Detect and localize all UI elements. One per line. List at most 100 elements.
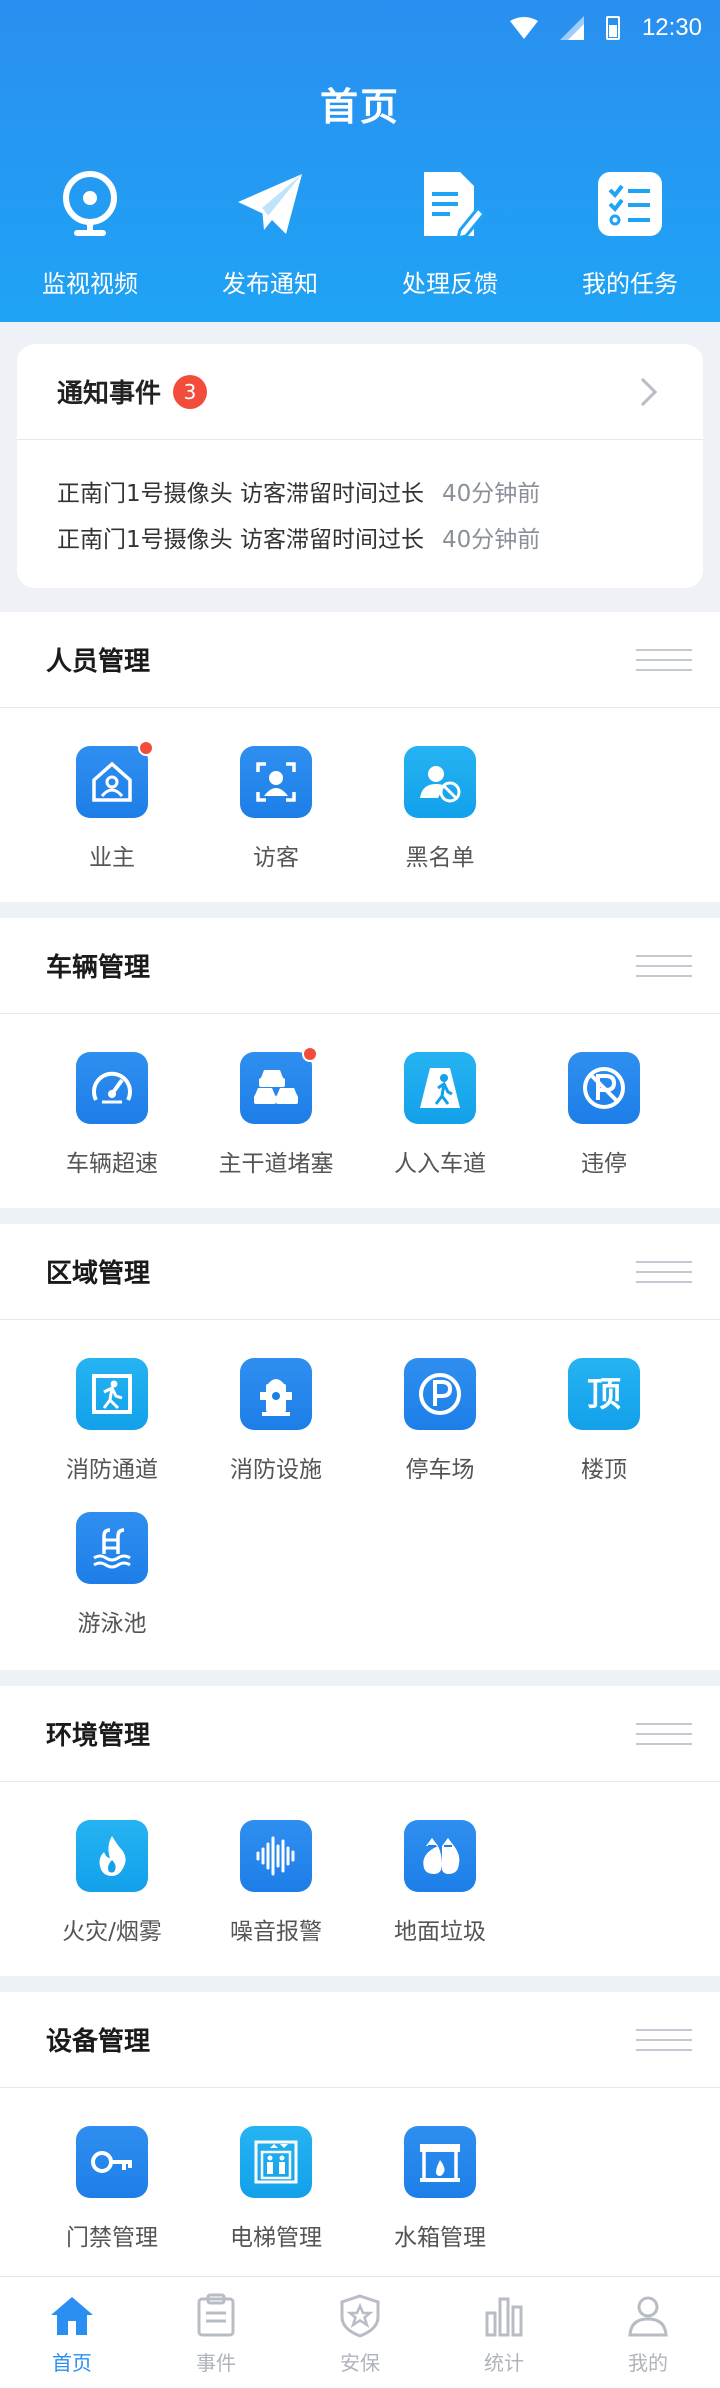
page-title: 首页 [319,85,400,129]
notification-dot [138,740,154,756]
tab-label: 首页 [52,2351,92,2375]
no-parking-icon [583,1067,625,1109]
menu-lines-icon[interactable] [636,954,692,977]
home-icon [51,2297,93,2335]
section-title: 区域管理 [46,1259,151,1289]
section-title: 人员管理 [46,647,151,677]
quick-action-label: 监视视频 [42,270,138,298]
section-title: 车辆管理 [46,953,151,983]
quick-action-monitor-video[interactable]: 监视视频 [0,168,180,299]
fire-hydrant-icon [260,1379,292,1416]
grid-item-label: 访客 [253,845,299,871]
home-user-icon [92,761,132,802]
svg-text:顶: 顶 [587,1375,621,1415]
grid-item-label: 地面垃圾 [394,1919,486,1945]
bottom-tab-bar: 首页 事件 安保 统计 我的 [0,2276,720,2388]
section-personnel: 人员管理 业主 访客 黑名单 [0,612,720,902]
fire-icon [99,1836,126,1876]
grid-item-fire-smoke[interactable]: 火灾/烟雾 [30,1820,194,1974]
wifi-icon [509,17,538,39]
camera-icon [63,171,117,236]
quick-action-publish-notice[interactable]: 发布通知 [180,168,360,299]
paper-plane-icon [238,174,302,234]
grid-item-label: 业主 [89,845,135,871]
notify-list: 正南门1号摄像头 访客滞留时间过长 40分钟前 正南门1号摄像头 访客滞留时间过… [17,440,703,560]
section-environment: 环境管理 火灾/烟雾 噪音报警 地面垃圾 [0,1686,720,1976]
elevator-icon [254,2140,298,2184]
grid-item-fire-exit[interactable]: 消防通道 [30,1358,194,1512]
grid-item-ground-garbage[interactable]: 地面垃圾 [358,1820,522,1974]
blocked-user-icon [420,766,461,803]
grid-item-illegal-parking[interactable]: 违停 [522,1052,686,1206]
emergency-exit-icon [92,1374,132,1414]
grid-item-pedestrian-lane[interactable]: 人入车道 [358,1052,522,1206]
quick-actions: 监视视频 发布通知 处理反馈 我的任务 [0,168,720,299]
tab-label: 安保 [340,2351,380,2375]
section-vehicle: 车辆管理 车辆超速 主干道堵塞 人入车道 违停 [0,918,720,1208]
battery-icon [605,16,620,40]
task-list-icon [598,172,662,236]
grid-item-label: 楼顶 [581,1457,627,1483]
section-area: 区域管理 消防通道 消防设施 停车场 顶 楼顶 游泳池 [0,1224,720,1670]
grid-item-label: 消防设施 [230,1457,322,1483]
tab-home[interactable]: 首页 [0,2277,144,2388]
tab-security[interactable]: 安保 [288,2277,432,2388]
notify-item[interactable]: 正南门1号摄像头 访客滞留时间过长 40分钟前 [17,514,703,560]
parking-icon [419,1373,461,1415]
grid-item-rooftop[interactable]: 顶 楼顶 [522,1358,686,1512]
menu-lines-icon[interactable] [636,1722,692,1745]
grid-item-label: 门禁管理 [66,2225,158,2251]
quick-action-my-tasks[interactable]: 我的任务 [540,168,720,299]
tab-profile[interactable]: 我的 [576,2277,720,2388]
grid-item-parking-lot[interactable]: 停车场 [358,1358,522,1512]
grid-item-label: 游泳池 [77,1611,147,1637]
notify-title: 通知事件 [57,379,162,409]
section-title: 设备管理 [46,2027,151,2057]
notify-header[interactable]: 通知事件 3 [17,344,703,440]
water-tank-icon [420,2144,460,2182]
bar-chart-icon [485,2297,523,2337]
notify-item[interactable]: 正南门1号摄像头 访客滞留时间过长 40分钟前 [17,468,703,514]
quick-action-handle-feedback[interactable]: 处理反馈 [360,168,540,299]
grid-item-traffic-jam[interactable]: 主干道堵塞 [194,1046,358,1206]
menu-lines-icon[interactable] [636,1260,692,1283]
notify-card: 通知事件 3 正南门1号摄像头 访客滞留时间过长 40分钟前 正南门1号摄像头 … [17,344,703,588]
quick-action-label: 我的任务 [582,270,678,298]
status-time: 12:30 [641,14,702,41]
grid-item-elevator[interactable]: 电梯管理 [194,2126,358,2280]
grid-item-blacklist[interactable]: 黑名单 [358,746,522,900]
grid-item-label: 违停 [581,1151,627,1177]
app-header: 12:30 首页 监视视频 发布通知 处理反馈 我的任务 [0,0,720,322]
tab-label: 统计 [484,2351,524,2375]
tab-statistics[interactable]: 统计 [432,2277,576,2388]
grid-item-noise-alarm[interactable]: 噪音报警 [194,1820,358,1974]
tab-events[interactable]: 事件 [144,2277,288,2388]
signal-icon [559,16,584,40]
sound-wave-icon [256,1836,295,1876]
grid-item-label: 人入车道 [394,1151,486,1177]
menu-lines-icon[interactable] [636,2028,692,2051]
grid-item-fire-facility[interactable]: 消防设施 [194,1358,358,1512]
quick-action-label: 发布通知 [222,270,318,298]
notify-time: 40分钟前 [441,481,541,507]
grid-item-water-tank[interactable]: 水箱管理 [358,2126,522,2280]
pedestrian-road-icon [420,1068,460,1108]
menu-lines-icon[interactable] [636,648,692,671]
garbage-bag-icon [423,1838,460,1874]
notify-message: 正南门1号摄像头 访客滞留时间过长 [57,481,424,507]
notify-time: 40分钟前 [441,527,541,553]
notify-message: 正南门1号摄像头 访客滞留时间过长 [57,527,424,553]
grid-item-owner[interactable]: 业主 [30,740,194,900]
grid-item-access-control[interactable]: 门禁管理 [30,2126,194,2280]
section-equipment: 设备管理 门禁管理 电梯管理 水箱管理 [0,1992,720,2276]
grid-item-label: 消防通道 [66,1457,158,1483]
grid-item-speeding[interactable]: 车辆超速 [30,1052,194,1206]
grid-item-label: 噪音报警 [230,1919,322,1945]
tab-label: 我的 [628,2351,668,2375]
traffic-jam-icon [254,1070,298,1104]
document-edit-icon [424,172,486,240]
grid-item-label: 主干道堵塞 [218,1151,334,1177]
grid-item-visitor[interactable]: 访客 [194,746,358,900]
grid-item-swimming-pool[interactable]: 游泳池 [30,1512,194,1666]
grid-item-label: 火灾/烟雾 [62,1919,162,1945]
